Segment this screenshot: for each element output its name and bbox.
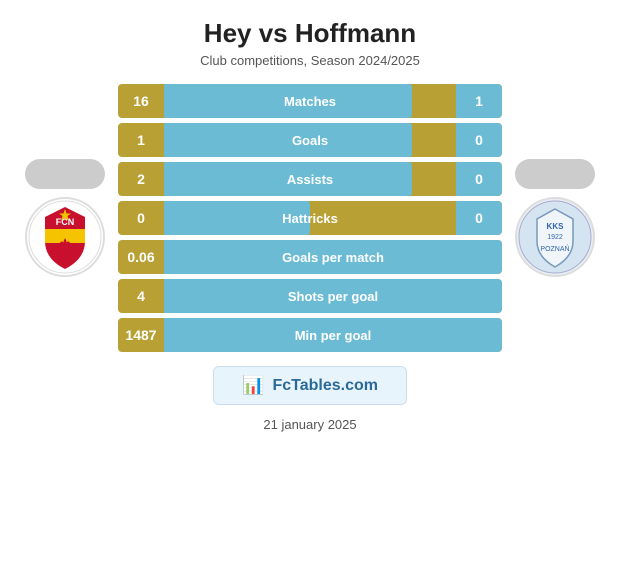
stat-row-goals: 1Goals0 [118, 123, 502, 157]
stat-left-shots-per-goal: 4 [118, 288, 164, 304]
stat-left-goals-per-match: 0.06 [118, 249, 164, 265]
stat-row-hattricks: 0Hattricks0 [118, 201, 502, 235]
left-team-section: FCN ⚜ [20, 159, 110, 277]
stat-left-hattricks: 0 [118, 210, 164, 226]
fctables-banner[interactable]: 📊 FcTables.com [213, 366, 407, 405]
stat-bar-section-matches: Matches [164, 84, 456, 118]
svg-text:⚜: ⚜ [59, 236, 72, 252]
lech-logo-svg: KKS 1922 POZNAŃ [517, 199, 593, 275]
stat-row-goals-per-match: 0.06Goals per match [118, 240, 502, 274]
fctables-label: FcTables.com [272, 377, 378, 395]
stat-label-hattricks: Hattricks [164, 211, 456, 226]
stat-right-hattricks: 0 [456, 201, 502, 235]
stat-bar-section-assists: Assists [164, 162, 456, 196]
stat-bar-section-goals: Goals [164, 123, 456, 157]
stat-bar-section-shots-per-goal: Shots per goal [164, 279, 502, 313]
svg-text:1922: 1922 [547, 234, 563, 241]
stat-row-shots-per-goal: 4Shots per goal [118, 279, 502, 313]
stat-right-goals: 0 [456, 123, 502, 157]
stat-label-shots-per-goal: Shots per goal [164, 289, 502, 304]
main-section: FCN ⚜ 16Matches11Goals02Assists00Hattric… [20, 84, 600, 352]
stat-right-matches: 1 [456, 84, 502, 118]
stat-bar-section-goals-per-match: Goals per match [164, 240, 502, 274]
left-team-banner [25, 159, 105, 189]
stat-left-min-per-goal: 1487 [118, 327, 164, 343]
fcn-logo-svg: FCN ⚜ [27, 199, 103, 275]
svg-text:POZNAŃ: POZNAŃ [540, 244, 569, 253]
stat-right-assists: 0 [456, 162, 502, 196]
right-team-logo: KKS 1922 POZNAŃ [515, 197, 595, 277]
right-team-banner [515, 159, 595, 189]
stat-row-matches: 16Matches1 [118, 84, 502, 118]
right-team-section: KKS 1922 POZNAŃ [510, 159, 600, 277]
page-wrapper: Hey vs Hoffmann Club competitions, Seaso… [0, 0, 620, 580]
stat-label-goals: Goals [164, 133, 456, 148]
stat-bar-section-hattricks: Hattricks [164, 201, 456, 235]
fctables-icon: 📊 [242, 375, 264, 396]
left-team-logo: FCN ⚜ [25, 197, 105, 277]
stat-label-min-per-goal: Min per goal [164, 328, 502, 343]
page-title: Hey vs Hoffmann [204, 18, 416, 49]
stat-left-matches: 16 [118, 93, 164, 109]
svg-text:KKS: KKS [547, 222, 565, 231]
stat-left-goals: 1 [118, 132, 164, 148]
stat-label-goals-per-match: Goals per match [164, 250, 502, 265]
date-footer: 21 january 2025 [263, 417, 356, 432]
stat-row-min-per-goal: 1487Min per goal [118, 318, 502, 352]
stat-left-assists: 2 [118, 171, 164, 187]
stat-label-assists: Assists [164, 172, 456, 187]
page-subtitle: Club competitions, Season 2024/2025 [200, 53, 420, 68]
stats-container: 16Matches11Goals02Assists00Hattricks00.0… [118, 84, 502, 352]
stat-bar-section-min-per-goal: Min per goal [164, 318, 502, 352]
stat-row-assists: 2Assists0 [118, 162, 502, 196]
svg-text:FCN: FCN [56, 217, 75, 227]
stat-label-matches: Matches [164, 94, 456, 109]
